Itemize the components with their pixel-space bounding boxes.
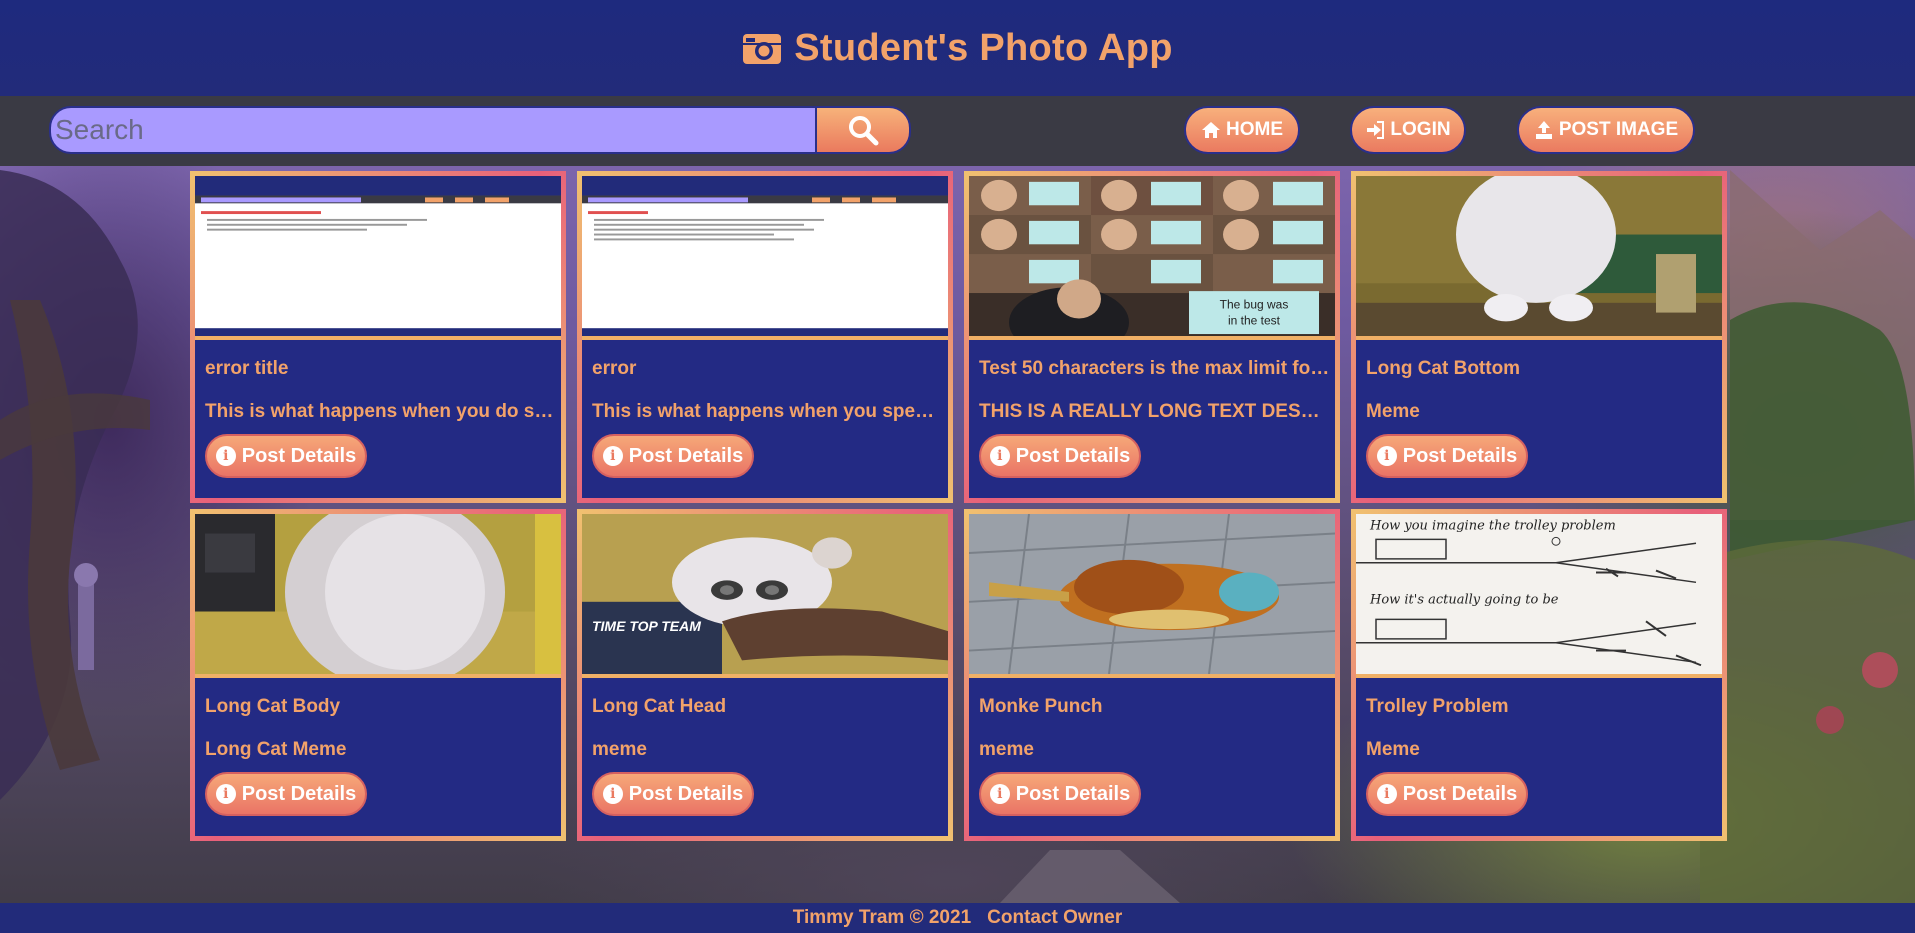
post-title: Long Cat Body [205,696,341,717]
post-thumbnail[interactable] [582,176,948,340]
post-image-label: POST IMAGE [1558,119,1679,140]
post-description: meme [592,739,647,760]
info-icon: i [989,784,1010,804]
post-description: This is what happens when you specify so… [592,401,944,422]
post-title: Monke Punch [979,696,1103,717]
page-footer: Timmy Tram © 2021 Contact Owner [0,903,1915,933]
post-description: Long Cat Meme [205,739,347,760]
post-description: Meme [1366,401,1420,422]
post-grid: error title This is what happens when yo… [190,171,1730,841]
login-label: LOGIN [1390,119,1451,140]
post-card: The bug was in the test Test 50 characte… [964,171,1340,503]
nav-bar: HOME LOGIN POST IMAGE [0,96,1915,166]
post-description: meme [979,739,1034,760]
post-title: Test 50 characters is the max limit for … [979,358,1331,379]
post-details-label: Post Details [628,444,744,467]
post-details-button[interactable]: i Post Details [979,434,1141,478]
post-thumbnail[interactable] [195,176,561,340]
post-description: Meme [1366,739,1420,760]
post-image-button[interactable]: POST IMAGE [1517,106,1695,154]
bug-caption-line2: in the test [1228,313,1281,327]
post-thumbnail[interactable]: TIME TOP TEAM [582,514,948,678]
post-details-label: Post Details [241,444,357,467]
info-icon: i [215,784,236,804]
info-icon: i [1376,446,1397,466]
post-card: error This is what happens when you spec… [577,171,953,503]
upload-icon [1535,121,1552,139]
post-title: error [592,358,637,379]
post-card: TIME TOP TEAM Long Cat Head meme i Post … [577,509,953,841]
post-thumbnail[interactable]: The bug was in the test [969,176,1335,340]
post-details-button[interactable]: i Post Details [205,772,367,816]
home-label: HOME [1226,119,1283,140]
post-title: Long Cat Bottom [1366,358,1521,379]
post-card: Long Cat Body Long Cat Meme i Post Detai… [190,509,566,841]
info-icon: i [215,446,236,466]
post-details-label: Post Details [1402,444,1518,467]
post-thumbnail[interactable] [1356,176,1722,340]
post-thumbnail[interactable]: How you imagine the trolley problem How … [1356,514,1722,678]
camera-icon [742,30,782,66]
post-details-label: Post Details [628,782,744,805]
header-title-group: Student's Photo App [742,27,1173,70]
post-title: Trolley Problem [1366,696,1509,717]
post-thumbnail[interactable] [195,514,561,678]
post-card: Long Cat Bottom Meme i Post Details [1351,171,1727,503]
home-button[interactable]: HOME [1184,106,1300,154]
post-details-label: Post Details [1015,782,1131,805]
contact-owner-link[interactable]: Contact Owner [987,907,1122,929]
trolley-caption-top: How you imagine the trolley problem [1369,519,1616,534]
post-card: Monke Punch meme i Post Details [964,509,1340,841]
post-card: How you imagine the trolley problem How … [1351,509,1727,841]
app-title: Student's Photo App [794,26,1173,69]
post-details-button[interactable]: i Post Details [1366,772,1528,816]
post-details-button[interactable]: i Post Details [592,772,754,816]
post-details-button[interactable]: i Post Details [205,434,367,478]
svg-text:TIME TOP TEAM: TIME TOP TEAM [592,618,701,634]
app-header: Student's Photo App [0,0,1915,96]
trolley-caption-bottom: How it's actually going to be [1369,593,1559,608]
info-icon: i [1376,784,1397,804]
post-details-button[interactable]: i Post Details [1366,434,1528,478]
login-icon [1367,121,1385,139]
post-title: error title [205,358,289,379]
home-icon [1202,122,1220,138]
bug-caption-line1: The bug was [1220,298,1289,312]
search-icon [849,116,879,146]
login-button[interactable]: LOGIN [1350,106,1466,154]
post-details-button[interactable]: i Post Details [979,772,1141,816]
info-icon: i [602,446,623,466]
post-description: THIS IS A REALLY LONG TEXT DESCRIPTION [979,401,1331,422]
search-button[interactable] [815,106,911,154]
post-description: This is what happens when you do somethi… [205,401,557,422]
post-card: error title This is what happens when yo… [190,171,566,503]
post-details-button[interactable]: i Post Details [592,434,754,478]
post-details-label: Post Details [241,782,357,805]
post-details-label: Post Details [1402,782,1518,805]
post-title: Long Cat Head [592,696,727,717]
post-details-label: Post Details [1015,444,1131,467]
info-icon: i [989,446,1010,466]
post-thumbnail[interactable] [969,514,1335,678]
search-input[interactable] [49,106,817,154]
copyright-text: Timmy Tram © 2021 [792,907,972,928]
info-icon: i [602,784,623,804]
